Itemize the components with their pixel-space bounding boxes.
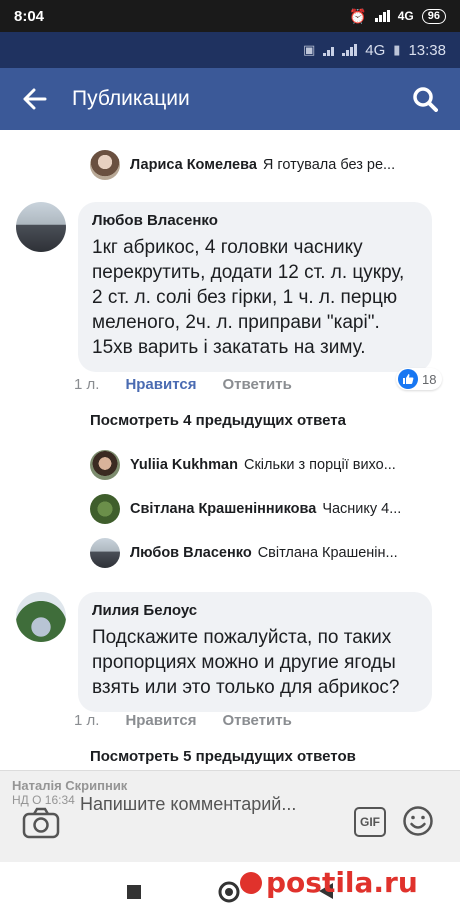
view-previous-replies[interactable]: Посмотреть 5 предыдущих ответов xyxy=(90,748,356,765)
reply-text: Часнику 4... xyxy=(322,501,402,517)
recent-apps-button[interactable] xyxy=(126,884,142,905)
watermark-circle-icon xyxy=(240,871,262,894)
smiley-icon xyxy=(403,806,433,836)
reaction-count[interactable]: 18 xyxy=(396,368,443,390)
reply-row[interactable]: Світлана Крашенінникова Часнику 4... xyxy=(90,492,445,526)
battery-icon: ▮ xyxy=(393,42,401,57)
inner-signal-icon xyxy=(323,44,335,56)
app-header: Публикации xyxy=(0,68,460,130)
like-button[interactable]: Нравится xyxy=(125,376,196,393)
avatar[interactable] xyxy=(90,494,120,524)
comment-age: 1 л. xyxy=(74,712,100,729)
like-button[interactable]: Нравится xyxy=(125,712,196,729)
reply-row[interactable]: Yuliia Kukhman Скільки з порції вихо... xyxy=(90,448,445,482)
gif-button[interactable]: GIF xyxy=(354,807,386,837)
reply-author[interactable]: Yuliia Kukhman xyxy=(130,457,238,473)
inner-status-bar: ▣ 4G ▮ 13:38 xyxy=(0,32,460,68)
comment-composer: Наталія Скрипник НД О 16:34 Напишите ком… xyxy=(0,770,460,862)
reaction-number: 18 xyxy=(422,371,437,387)
inner-time: 13:38 xyxy=(408,41,446,59)
reply-author[interactable]: Любов Власенко xyxy=(130,545,252,561)
comment-actions: 1 л. Нравится Ответить xyxy=(74,712,292,729)
view-previous-replies[interactable]: Посмотреть 4 предыдущих ответа xyxy=(90,412,346,429)
circle-icon xyxy=(218,881,240,903)
inner-network-type: 4G xyxy=(365,41,386,59)
reply-text: Скільки з порції вихо... xyxy=(243,457,396,473)
reply-button[interactable]: Ответить xyxy=(222,376,291,393)
watermark-logo: postila.ru xyxy=(240,866,418,899)
reply-text: Я готувала без ре... xyxy=(262,157,396,173)
search-button[interactable] xyxy=(408,82,442,116)
comment-input[interactable]: Напишите комментарий... xyxy=(80,785,340,851)
status-bar: 8:04 ⏰ 4G 96 xyxy=(0,0,460,32)
emoji-button[interactable] xyxy=(402,805,434,837)
arrow-left-icon xyxy=(23,88,47,110)
inner-signal-icon-2 xyxy=(342,44,358,56)
avatar[interactable] xyxy=(90,450,120,480)
back-button[interactable] xyxy=(18,82,52,116)
reply-text: Світлана Крашенін... xyxy=(257,545,398,561)
comment-author[interactable]: Лилия Белоус xyxy=(92,602,418,619)
avatar[interactable] xyxy=(16,592,66,642)
reply-row[interactable]: Любов Власенко Світлана Крашенін... xyxy=(90,536,445,570)
thumbs-up-icon xyxy=(398,369,418,389)
network-type: 4G xyxy=(397,9,414,23)
square-icon xyxy=(127,885,141,899)
sim-icon: ▣ xyxy=(302,42,316,57)
reply-author[interactable]: Лариса Комелева xyxy=(130,157,257,173)
status-time: 8:04 xyxy=(14,7,45,25)
reply-row[interactable]: Лариса Комелева Я готувала без ре... xyxy=(90,148,445,182)
comment-bubble[interactable]: Лилия Белоус Подскажите пожалуйста, по т… xyxy=(78,592,432,712)
comment-text: 1кг абрикос, 4 головки часнику перекрути… xyxy=(92,237,405,358)
watermark-text: postila.ru xyxy=(266,866,418,899)
avatar[interactable] xyxy=(16,202,66,252)
home-button[interactable] xyxy=(217,880,241,909)
comment-actions: 1 л. Нравится Ответить xyxy=(74,376,292,393)
avatar[interactable] xyxy=(90,150,120,180)
page-title: Публикации xyxy=(72,87,190,110)
comment-author[interactable]: Любов Власенко xyxy=(92,212,418,229)
alarm-off-icon: ⏰ xyxy=(349,7,367,24)
reply-author[interactable]: Світлана Крашенінникова xyxy=(130,501,316,517)
avatar[interactable] xyxy=(90,538,120,568)
comment-bubble[interactable]: Любов Власенко 1кг абрикос, 4 головки ча… xyxy=(78,202,432,372)
status-icons: ⏰ 4G 96 xyxy=(349,8,446,25)
comment-age: 1 л. xyxy=(74,376,100,393)
comment-text: Подскажите пожалуйста, по таких пропорци… xyxy=(92,627,400,698)
comment: Любов Власенко 1кг абрикос, 4 головки ча… xyxy=(16,202,446,402)
comment: Лилия Белоус Подскажите пожалуйста, по т… xyxy=(16,592,446,712)
comments-feed[interactable]: Лариса Комелева Я готувала без ре... Люб… xyxy=(0,130,460,770)
camera-icon xyxy=(22,807,60,839)
reply-button[interactable]: Ответить xyxy=(222,712,291,729)
signal-icon xyxy=(374,10,390,22)
search-icon xyxy=(413,87,438,112)
camera-button[interactable] xyxy=(22,807,60,841)
battery-icon: 96 xyxy=(421,8,446,24)
